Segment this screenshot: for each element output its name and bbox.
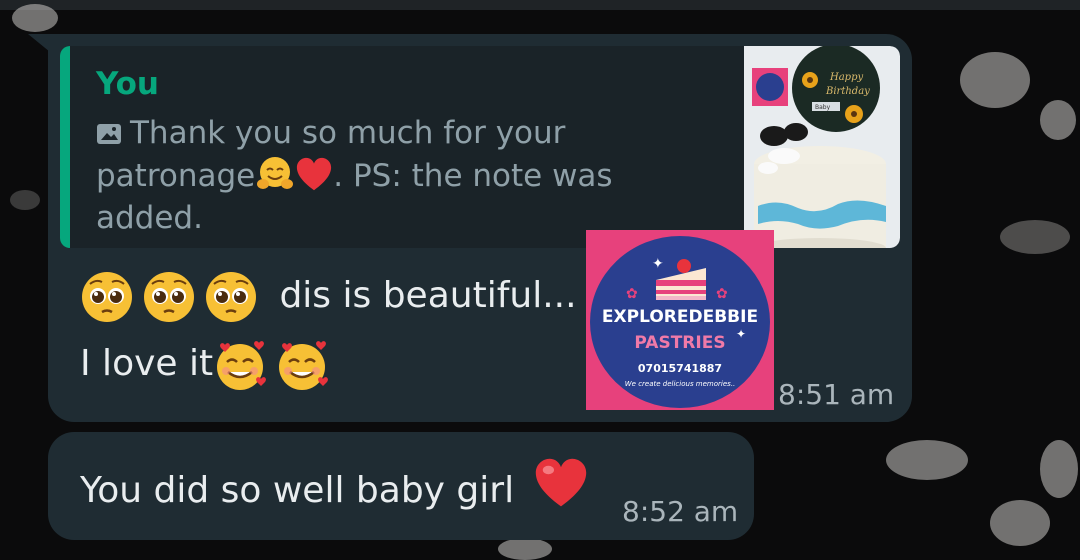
exploredebbie-logo: ✦ ✦ ✿ ✿ EXPLOREDEBBIE PASTRIES 070157418…: [586, 230, 774, 410]
flower-icon: ✿: [626, 286, 638, 302]
sparkle-icon: ✦: [736, 327, 746, 341]
sticker-sub: PASTRIES: [634, 333, 725, 353]
quoted-image-thumbnail[interactable]: Happy Birthday Baby: [744, 46, 900, 248]
thumb-card-line1: Happy: [829, 72, 863, 83]
cake-photo: Happy Birthday Baby: [744, 46, 900, 248]
message-line-2-text: I love it: [80, 343, 214, 384]
sticker-brand: EXPLOREDEBBIE: [602, 307, 758, 327]
wallpaper-petal: [1040, 440, 1078, 498]
quote-author: You: [96, 66, 159, 102]
wallpaper-petal: [990, 500, 1050, 546]
pleading-face-emoji: [144, 272, 194, 322]
hugging-face-emoji: [257, 157, 294, 189]
pleading-face-emoji: [82, 272, 132, 322]
message-timestamp: 8:51 am: [778, 378, 895, 411]
message-line-1: dis is beautiful...: [80, 270, 577, 324]
photo-icon: [97, 124, 121, 144]
wallpaper-petal: [498, 538, 552, 560]
red-heart-emoji: [535, 458, 586, 507]
wallpaper-petal: [1040, 100, 1076, 140]
wallpaper-petal: [12, 4, 58, 32]
wallpaper-petal: [960, 52, 1030, 108]
smiling-face-with-hearts-emoji: [279, 341, 329, 390]
quote-text: Thank you so much for your patronage . P…: [96, 112, 656, 239]
quoted-message[interactable]: You Thank you so much for your patronage…: [60, 46, 900, 248]
wallpaper-petal: [1000, 220, 1070, 254]
wallpaper-petal: [886, 440, 968, 480]
message-line-2: I love it: [80, 338, 329, 392]
thumb-card-line2: Birthday: [825, 86, 870, 97]
sticker-phone: 07015741887: [638, 362, 722, 375]
wallpaper-petal: [10, 190, 40, 210]
sparkle-icon: ✦: [652, 256, 664, 272]
smiling-face-with-hearts-emoji: [217, 341, 267, 390]
red-heart-emoji: [297, 157, 332, 191]
brand-logo-sticker[interactable]: ✦ ✦ ✿ ✿ EXPLOREDEBBIE PASTRIES 070157418…: [586, 230, 774, 410]
sticker-tagline: We create delicious memories..: [625, 380, 736, 388]
message-text: You did so well baby girl: [80, 456, 590, 512]
quote-accent-bar: [60, 46, 70, 248]
bubble-tail: [28, 34, 50, 52]
flower-icon: ✿: [716, 286, 728, 302]
thumb-card-name: Baby: [815, 104, 831, 111]
message-timestamp: 8:52 am: [622, 495, 739, 528]
message-line-1-text: dis is beautiful...: [279, 275, 577, 316]
pleading-face-emoji: [206, 272, 256, 322]
message-2-text: You did so well baby girl: [80, 470, 515, 511]
